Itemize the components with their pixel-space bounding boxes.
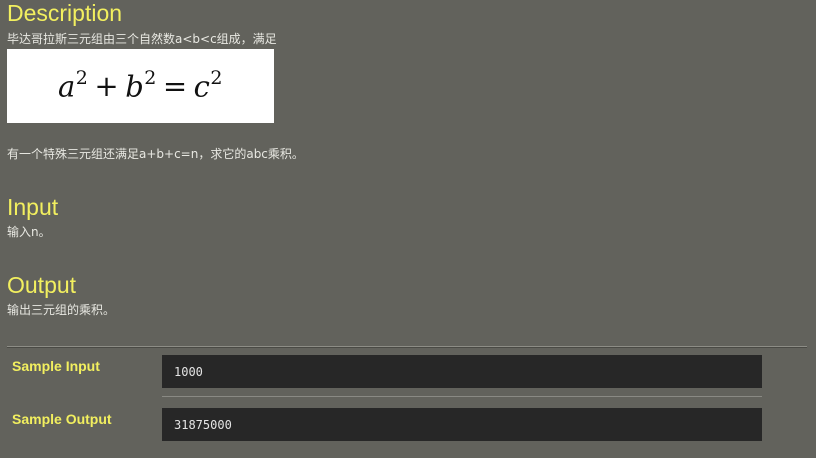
description-detail: 有一个特殊三元组还满足a+b+c=n，求它的abc乘积。: [7, 147, 304, 161]
output-heading: Output: [7, 272, 77, 298]
sample-output-value: 31875000: [174, 417, 232, 432]
sample-output-label: Sample Output: [12, 411, 112, 427]
sample-input-box: 1000: [162, 355, 762, 388]
formula-image: a2 + b2 = c2: [7, 49, 274, 123]
pythagorean-formula: a2 + b2 = c2: [57, 66, 224, 104]
formula-exponent-b: 2: [144, 66, 157, 89]
formula-var-c: c: [193, 69, 211, 104]
input-heading: Input: [7, 194, 59, 220]
sample-separator: [162, 396, 762, 397]
section-divider-shadow: [7, 347, 807, 348]
description-heading: Description: [7, 0, 123, 26]
output-text: 输出三元组的乘积。: [7, 303, 116, 317]
formula-plus: +: [94, 69, 120, 104]
sample-input-label: Sample Input: [12, 358, 100, 374]
sample-input-value: 1000: [174, 364, 203, 379]
formula-var-b: b: [125, 69, 145, 104]
formula-exponent-a: 2: [75, 66, 89, 89]
formula-var-a: a: [57, 69, 76, 104]
formula-equals: =: [162, 69, 188, 104]
sample-output-box: 31875000: [162, 408, 762, 441]
input-text: 输入n。: [7, 225, 51, 239]
formula-exponent-c: 2: [210, 66, 224, 89]
description-intro: 毕达哥拉斯三元组由三个自然数a<b<c组成，满足: [7, 32, 277, 46]
